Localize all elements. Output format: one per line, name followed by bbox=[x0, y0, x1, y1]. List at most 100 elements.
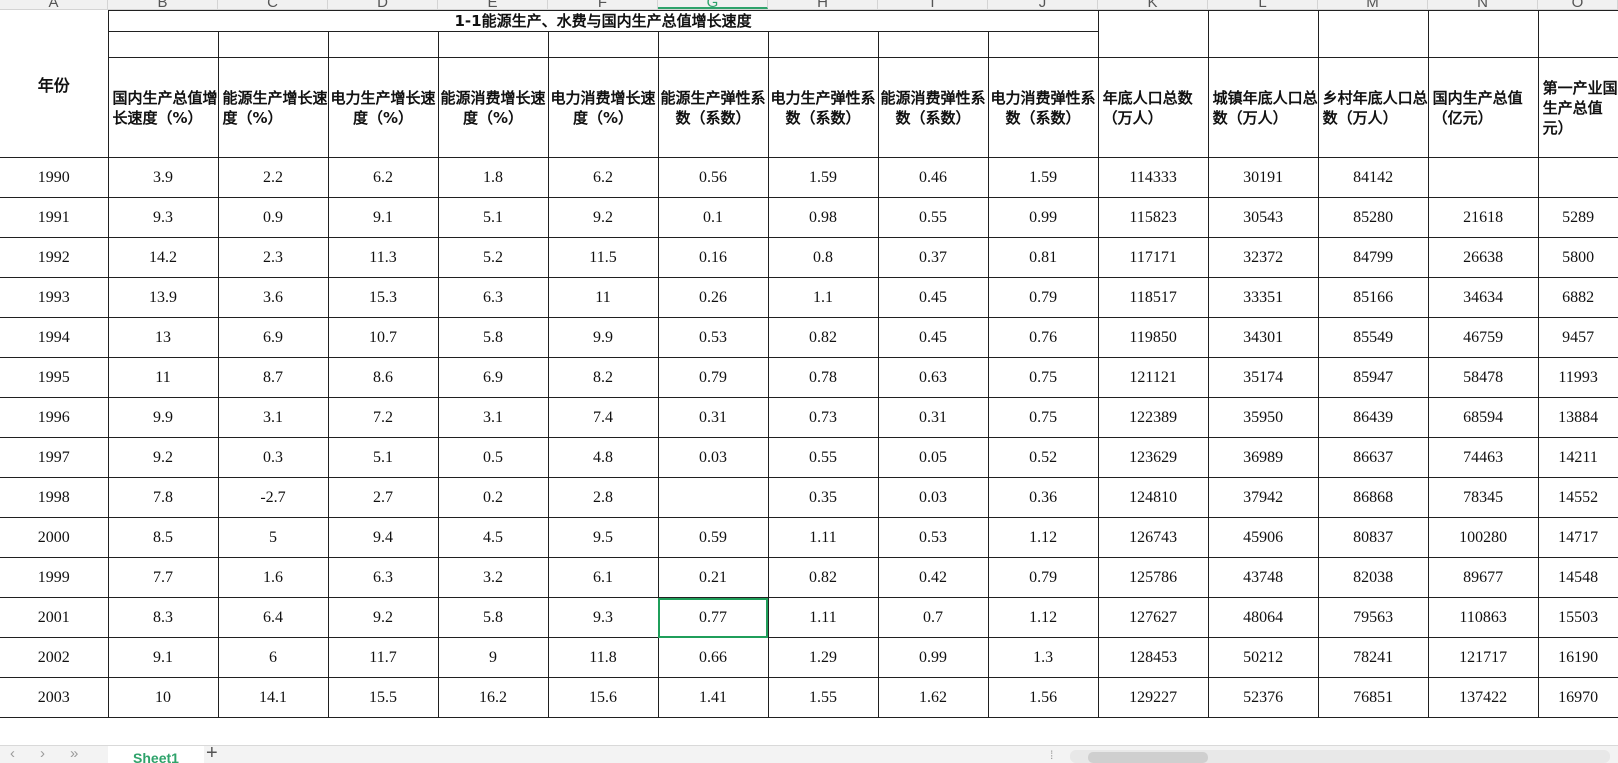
data-cell[interactable]: 2.8 bbox=[547, 477, 659, 518]
column-letter-g[interactable]: G bbox=[658, 0, 768, 9]
data-cell[interactable]: 5289 bbox=[1537, 197, 1618, 238]
column-letter-c[interactable]: C bbox=[218, 0, 328, 9]
year-cell[interactable]: 1993 bbox=[0, 277, 109, 318]
column-header[interactable]: 电力生产弹性系数（系数） bbox=[767, 57, 879, 158]
data-cell[interactable]: 14552 bbox=[1537, 477, 1618, 518]
next-sheet-icon[interactable]: › bbox=[40, 746, 45, 762]
column-letter-h[interactable]: H bbox=[768, 0, 878, 9]
data-cell[interactable]: 6.9 bbox=[217, 317, 329, 358]
data-cell[interactable]: 0.55 bbox=[767, 437, 879, 478]
data-cell[interactable]: 34634 bbox=[1427, 277, 1539, 318]
data-cell[interactable]: 0.7 bbox=[877, 597, 989, 638]
empty-cell[interactable] bbox=[1317, 10, 1429, 32]
empty-cell[interactable] bbox=[1427, 31, 1539, 58]
data-cell[interactable]: 0.79 bbox=[987, 557, 1099, 598]
data-cell[interactable]: 3.2 bbox=[437, 557, 549, 598]
data-cell[interactable]: 15.6 bbox=[547, 677, 659, 718]
data-cell[interactable]: 0.82 bbox=[767, 317, 879, 358]
data-cell[interactable]: 85549 bbox=[1317, 317, 1429, 358]
empty-cell[interactable] bbox=[437, 31, 549, 58]
data-cell[interactable]: 0.21 bbox=[657, 557, 769, 598]
column-letter-l[interactable]: L bbox=[1208, 0, 1318, 9]
data-cell[interactable]: 10 bbox=[107, 677, 219, 718]
data-cell[interactable]: 1.3 bbox=[987, 637, 1099, 678]
data-cell[interactable]: 0.35 bbox=[767, 477, 879, 518]
data-cell[interactable]: 16190 bbox=[1537, 637, 1618, 678]
data-cell[interactable]: 84799 bbox=[1317, 237, 1429, 278]
data-cell[interactable]: 9 bbox=[437, 637, 549, 678]
empty-cell[interactable] bbox=[877, 31, 989, 58]
data-cell[interactable]: 78345 bbox=[1427, 477, 1539, 518]
add-sheet-icon[interactable]: + bbox=[206, 746, 218, 763]
data-cell[interactable]: 76851 bbox=[1317, 677, 1429, 718]
data-cell[interactable]: 3.6 bbox=[217, 277, 329, 318]
data-cell[interactable]: 46759 bbox=[1427, 317, 1539, 358]
data-cell[interactable]: 5.2 bbox=[437, 237, 549, 278]
data-cell[interactable]: 123629 bbox=[1097, 437, 1209, 478]
data-cell[interactable]: 1.59 bbox=[987, 157, 1099, 198]
column-letter-n[interactable]: N bbox=[1428, 0, 1538, 9]
column-header[interactable]: 能源消费弹性系数（系数） bbox=[877, 57, 989, 158]
data-cell[interactable]: 1.41 bbox=[657, 677, 769, 718]
data-cell[interactable]: 13884 bbox=[1537, 397, 1618, 438]
year-cell[interactable]: 1992 bbox=[0, 237, 109, 278]
data-cell[interactable]: 86868 bbox=[1317, 477, 1429, 518]
column-letter-e[interactable]: E bbox=[438, 0, 548, 9]
data-cell[interactable]: 26638 bbox=[1427, 237, 1539, 278]
data-cell[interactable]: 6.1 bbox=[547, 557, 659, 598]
data-cell[interactable]: 8.6 bbox=[327, 357, 439, 398]
empty-cell[interactable] bbox=[1097, 10, 1209, 32]
data-cell[interactable]: 119850 bbox=[1097, 317, 1209, 358]
data-cell[interactable]: 0.05 bbox=[877, 437, 989, 478]
data-cell[interactable]: 9.1 bbox=[107, 637, 219, 678]
data-cell[interactable]: 14717 bbox=[1537, 517, 1618, 558]
data-cell[interactable]: 10.7 bbox=[327, 317, 439, 358]
data-cell[interactable]: 0.31 bbox=[877, 397, 989, 438]
column-letter-f[interactable]: F bbox=[548, 0, 658, 9]
data-cell[interactable]: 80837 bbox=[1317, 517, 1429, 558]
year-cell[interactable]: 1991 bbox=[0, 197, 109, 238]
data-cell[interactable]: 5800 bbox=[1537, 237, 1618, 278]
data-cell[interactable]: 129227 bbox=[1097, 677, 1209, 718]
data-cell[interactable]: 0.75 bbox=[987, 357, 1099, 398]
data-cell[interactable]: 16.2 bbox=[437, 677, 549, 718]
data-cell[interactable]: 0.59 bbox=[657, 517, 769, 558]
data-cell[interactable]: 15.5 bbox=[327, 677, 439, 718]
column-header[interactable]: 能源生产弹性系数（系数） bbox=[657, 57, 769, 158]
data-cell[interactable]: 2.3 bbox=[217, 237, 329, 278]
data-cell[interactable]: 11.5 bbox=[547, 237, 659, 278]
data-cell[interactable]: 0.45 bbox=[877, 277, 989, 318]
empty-cell[interactable] bbox=[1427, 10, 1539, 32]
data-cell[interactable]: 58478 bbox=[1427, 357, 1539, 398]
data-cell[interactable]: 74463 bbox=[1427, 437, 1539, 478]
data-cell[interactable]: 8.3 bbox=[107, 597, 219, 638]
scrollbar-thumb[interactable] bbox=[1088, 752, 1208, 763]
data-cell[interactable]: 0.03 bbox=[657, 437, 769, 478]
data-cell[interactable]: 0.2 bbox=[437, 477, 549, 518]
data-cell[interactable]: 9.5 bbox=[547, 517, 659, 558]
data-cell[interactable]: 85166 bbox=[1317, 277, 1429, 318]
data-cell[interactable]: 3.1 bbox=[217, 397, 329, 438]
empty-cell[interactable] bbox=[1097, 31, 1209, 58]
column-header[interactable]: 能源消费增长速度（%） bbox=[437, 57, 549, 158]
year-cell[interactable]: 1998 bbox=[0, 477, 109, 518]
data-cell[interactable]: 0.9 bbox=[217, 197, 329, 238]
data-cell[interactable]: 30191 bbox=[1207, 157, 1319, 198]
year-cell[interactable]: 1994 bbox=[0, 317, 109, 358]
horizontal-scrollbar[interactable] bbox=[1070, 750, 1610, 763]
data-cell[interactable]: 6882 bbox=[1537, 277, 1618, 318]
year-cell[interactable]: 2000 bbox=[0, 517, 109, 558]
column-letter-m[interactable]: M bbox=[1318, 0, 1428, 9]
column-header[interactable]: 城镇年底人口总数（万人） bbox=[1207, 57, 1319, 158]
column-header[interactable]: 能源生产增长速度（%） bbox=[217, 57, 329, 158]
column-letter-b[interactable]: B bbox=[108, 0, 218, 9]
data-cell[interactable]: 0.03 bbox=[877, 477, 989, 518]
data-cell[interactable]: 11 bbox=[107, 357, 219, 398]
empty-cell[interactable] bbox=[1207, 31, 1319, 58]
data-cell[interactable]: 124810 bbox=[1097, 477, 1209, 518]
year-cell[interactable]: 1990 bbox=[0, 157, 109, 198]
empty-cell[interactable] bbox=[107, 31, 219, 58]
data-cell[interactable]: 9.3 bbox=[107, 197, 219, 238]
empty-cell[interactable] bbox=[987, 31, 1099, 58]
column-header[interactable]: 年底人口总数（万人） bbox=[1097, 57, 1209, 158]
